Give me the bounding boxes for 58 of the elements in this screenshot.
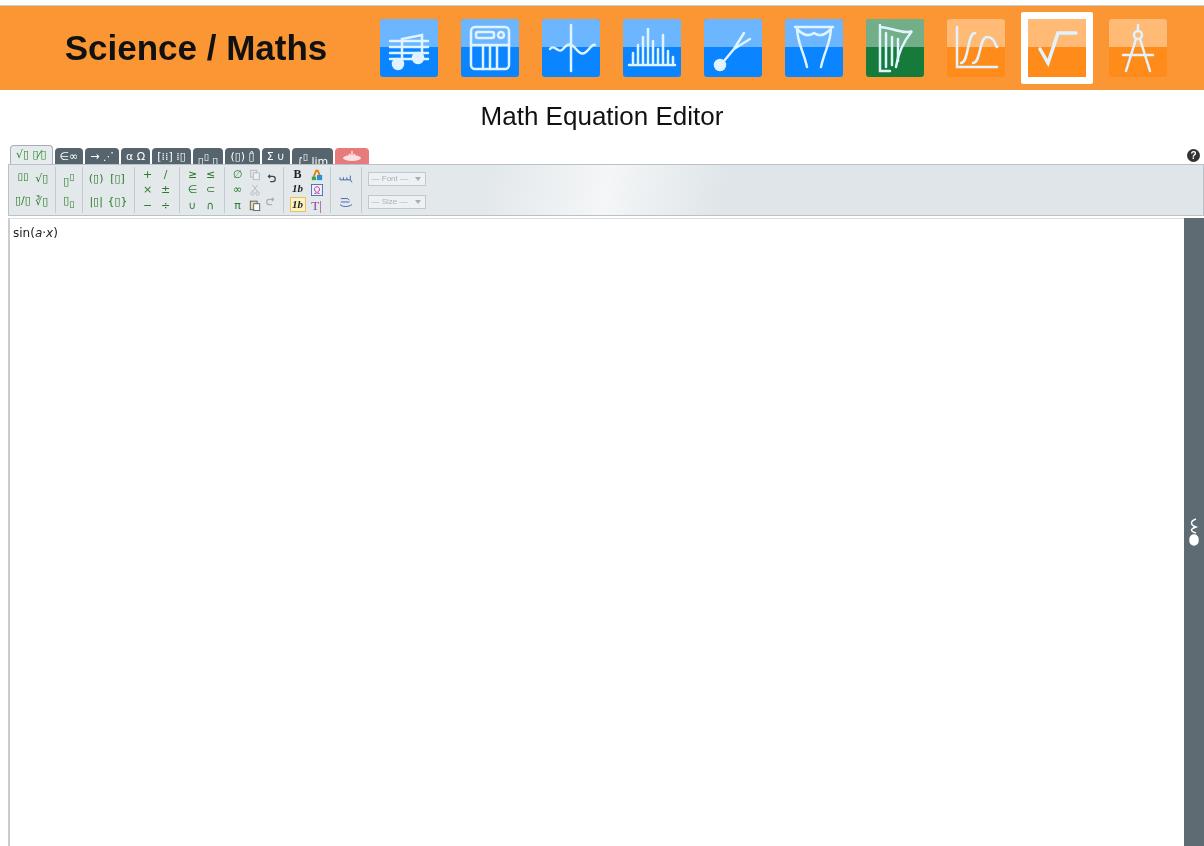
symbol-button[interactable]: ▯$^{▯}$ (61, 170, 76, 188)
app-tile[interactable] (380, 19, 438, 77)
toolbar-tab[interactable]: α Ω (121, 148, 151, 164)
symbol-button[interactable]: ∪ (185, 198, 200, 212)
caret-icon (414, 199, 421, 204)
help-icon[interactable]: ? (1187, 149, 1200, 162)
caret-icon (414, 176, 421, 181)
symbol-button[interactable]: × (140, 183, 155, 197)
app-tile[interactable] (461, 19, 519, 77)
toolbar-tab[interactable]: [⁞⁞] ⁞▯ (152, 148, 191, 164)
handle-icon[interactable] (1188, 517, 1200, 547)
symbol-button[interactable]: ≤ (203, 168, 218, 182)
symbol-button[interactable]: {▯} (107, 195, 128, 208)
symbol-button[interactable]: ∞ (230, 183, 245, 197)
tray-icon (341, 150, 364, 162)
app-tile[interactable] (1109, 19, 1167, 77)
symbol-button[interactable]: π (230, 198, 245, 212)
symbol-button[interactable]: ∛▯ (34, 195, 49, 208)
italic-button[interactable]: 1b (290, 182, 305, 196)
symbol-button[interactable]: [▯] (110, 172, 125, 185)
app-tile[interactable] (785, 19, 843, 77)
symbol-button[interactable]: ∈ (185, 183, 200, 197)
app-tile[interactable] (947, 19, 1005, 77)
toolbar-tab[interactable] (335, 148, 370, 164)
page-title: Math Equation Editor (479, 100, 725, 133)
symbol-button[interactable]: ± (158, 183, 173, 197)
symbol-button[interactable]: ▯$_{▯}$ (61, 193, 76, 210)
symbol-button[interactable]: ▯/▯ (15, 193, 31, 207)
text-color-icon[interactable] (310, 168, 323, 181)
bold-button[interactable]: B (290, 167, 305, 181)
symbol-button[interactable]: − (140, 198, 155, 212)
toolbar-tab[interactable]: Σ ∪ (261, 148, 291, 164)
symbol-button[interactable]: ≥ (185, 168, 200, 182)
toolbar-tab[interactable]: → ⋰ (85, 148, 119, 164)
text-button[interactable]: T| (309, 198, 324, 212)
symbol-button[interactable]: |▯| (89, 195, 104, 208)
symbol-button[interactable]: / (158, 168, 173, 182)
app-tile[interactable] (1021, 12, 1093, 84)
app-tile[interactable] (542, 19, 600, 77)
symbol-button[interactable]: ⊂ (203, 183, 218, 197)
toolbar-tab[interactable]: ∈∞ (54, 148, 84, 164)
italic-button[interactable]: 1b (289, 197, 306, 213)
symbol-button[interactable]: ∩ (203, 198, 218, 212)
symbol-button[interactable]: (▯) (88, 172, 104, 185)
symbol-icon[interactable] (310, 183, 323, 196)
toolbar-tab[interactable]: (▯) ▯̂ (225, 148, 260, 164)
symbol-button[interactable]: ∅ (230, 168, 245, 182)
fraction-button[interactable]: ▯▯ (15, 173, 30, 182)
equation-text: sin(a·x) (13, 226, 58, 240)
symbol-button[interactable]: + (140, 168, 155, 182)
symbol-button[interactable]: ÷ (158, 198, 173, 212)
paste-icon[interactable] (248, 199, 261, 212)
site-title: Science / Maths (63, 28, 329, 68)
app-tile[interactable] (866, 19, 924, 77)
app-tile[interactable] (623, 19, 681, 77)
app-tile[interactable] (704, 19, 762, 77)
toolbar-tab[interactable]: √▯ ▯⁄▯ (10, 145, 53, 164)
symbol-button[interactable]: √▯ (34, 172, 49, 185)
